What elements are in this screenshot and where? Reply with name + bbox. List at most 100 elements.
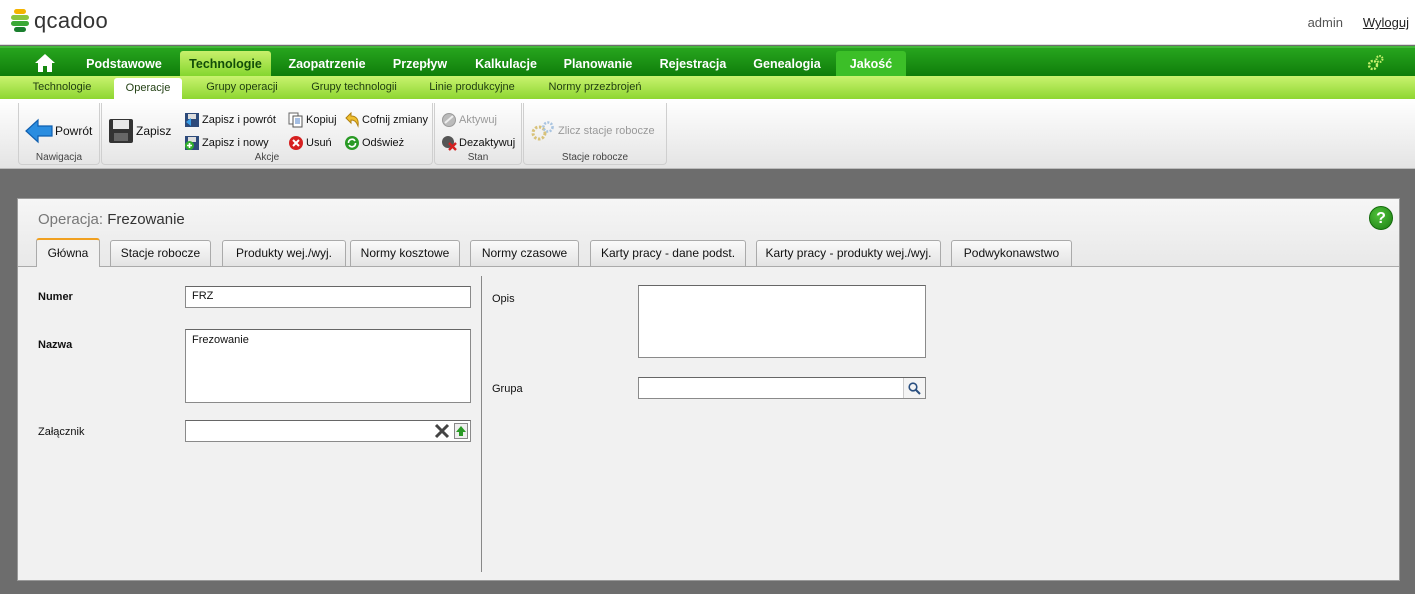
close-icon — [434, 423, 450, 439]
delete-button[interactable]: Usuń — [288, 135, 332, 151]
opis-label: Opis — [492, 293, 515, 305]
zalacznik-field[interactable] — [185, 420, 471, 442]
zalacznik-label: Załącznik — [38, 426, 85, 438]
tab-stacje-robocze[interactable]: Stacje robocze — [110, 240, 211, 266]
tab-normy-kosztowe[interactable]: Normy kosztowe — [350, 240, 460, 266]
sub-navigation: Technologie Operacje Grupy operacji Grup… — [0, 76, 1415, 99]
tab-karty-pracy-produkty[interactable]: Karty pracy - produkty wej./wyj. — [756, 240, 941, 266]
form-panel: Operacja: Frezowanie ? Główna Stacje rob… — [17, 198, 1400, 581]
activate-label: Aktywuj — [459, 114, 497, 126]
subnav-grupy-operacji[interactable]: Grupy operacji — [196, 76, 288, 99]
search-icon — [908, 381, 921, 395]
refresh-label: Odśwież — [362, 137, 405, 149]
arrow-left-icon — [25, 118, 53, 144]
tab-podwykonawstwo[interactable]: Podwykonawstwo — [951, 240, 1072, 266]
save-new-icon — [185, 136, 199, 150]
opis-field[interactable] — [638, 285, 926, 358]
home-button[interactable] — [28, 50, 62, 76]
nav-podstawowe[interactable]: Podstawowe — [76, 51, 172, 78]
deactivate-button[interactable]: Dezaktywuj — [441, 135, 515, 151]
numer-field[interactable]: FRZ — [185, 286, 471, 308]
refresh-icon — [345, 136, 359, 150]
delete-icon — [289, 136, 303, 150]
ribbon-group-nawigacja: Powrót Nawigacja — [18, 103, 100, 165]
settings-button[interactable] — [1367, 54, 1385, 75]
floppy-disk-icon — [109, 119, 133, 143]
save-and-new-button[interactable]: Zapisz i nowy — [184, 135, 269, 151]
upload-attachment-button[interactable] — [454, 423, 468, 442]
subnav-normy-przezbrojen[interactable]: Normy przezbrojeń — [538, 76, 652, 99]
nav-genealogia[interactable]: Genealogia — [746, 51, 828, 78]
nav-przeplyw[interactable]: Przepływ — [384, 51, 456, 78]
undo-button[interactable]: Cofnij zmiany — [344, 112, 428, 128]
save-back-icon — [185, 113, 199, 127]
page-title: Operacja: Frezowanie — [38, 211, 185, 228]
ribbon-group-stacje: Zlicz stacje robocze Stacje robocze — [523, 103, 667, 165]
tab-underline — [18, 266, 1399, 267]
activate-icon — [442, 113, 456, 127]
gears-icon — [531, 121, 554, 141]
count-workstations-button[interactable]: Zlicz stacje robocze — [530, 120, 655, 142]
save-and-back-label: Zapisz i powrót — [202, 114, 276, 126]
save-and-back-button[interactable]: Zapisz i powrót — [184, 112, 276, 128]
undo-icon — [345, 112, 359, 128]
ribbon-group-akcje: Zapisz Zapisz i powrót Zapisz i nowy Kop… — [101, 103, 433, 165]
top-bar: qcadoo admin Wyloguj — [0, 0, 1415, 45]
deactivate-label: Dezaktywuj — [459, 137, 516, 149]
tab-glowna[interactable]: Główna — [36, 238, 100, 267]
ribbon-toolbar: Powrót Nawigacja Zapisz Zapisz i powrót … — [0, 99, 1415, 169]
group-label-akcje: Akcje — [254, 152, 280, 163]
home-icon — [35, 54, 55, 72]
app-logo[interactable]: qcadoo — [10, 8, 108, 34]
current-user: admin — [1307, 15, 1343, 30]
save-label: Zapisz — [136, 124, 172, 138]
lookup-button[interactable] — [903, 378, 925, 398]
refresh-button[interactable]: Odśwież — [344, 135, 404, 151]
title-value: Frezowanie — [107, 211, 185, 228]
logo-icon — [10, 8, 30, 34]
deactivate-icon — [442, 136, 457, 151]
column-separator — [481, 276, 482, 572]
tab-normy-czasowe[interactable]: Normy czasowe — [470, 240, 579, 266]
upload-icon — [454, 423, 468, 439]
logo-text: qcadoo — [34, 8, 108, 33]
grupa-field[interactable] — [638, 377, 926, 399]
save-button[interactable]: Zapisz — [108, 118, 171, 144]
grupa-label: Grupa — [492, 383, 523, 395]
subnav-grupy-technologii[interactable]: Grupy technologii — [302, 76, 406, 99]
subnav-linie-produkcyjne[interactable]: Linie produkcyjne — [420, 76, 524, 99]
nav-jakosc[interactable]: Jakość — [836, 51, 906, 78]
nazwa-field[interactable]: Frezowanie — [185, 329, 471, 403]
count-workstations-label: Zlicz stacje robocze — [558, 125, 655, 137]
group-label-stan: Stan — [467, 152, 489, 163]
nav-kalkulacje[interactable]: Kalkulacje — [466, 51, 546, 78]
nav-zaopatrzenie[interactable]: Zaopatrzenie — [280, 51, 374, 78]
back-label: Powrót — [55, 124, 93, 138]
subnav-technologie[interactable]: Technologie — [22, 76, 102, 99]
delete-label: Usuń — [306, 137, 332, 149]
undo-label: Cofnij zmiany — [362, 114, 429, 126]
help-button[interactable]: ? — [1369, 206, 1393, 230]
tab-produkty[interactable]: Produkty wej./wyj. — [222, 240, 346, 266]
nav-rejestracja[interactable]: Rejestracja — [650, 51, 736, 78]
tab-karty-pracy-dane[interactable]: Karty pracy - dane podst. — [590, 240, 746, 266]
subnav-operacje[interactable]: Operacje — [114, 78, 182, 99]
logout-link[interactable]: Wyloguj — [1363, 15, 1409, 30]
nav-planowanie[interactable]: Planowanie — [556, 51, 640, 78]
back-button[interactable]: Powrót — [25, 118, 92, 144]
activate-button[interactable]: Aktywuj — [441, 112, 497, 128]
numer-label: Numer — [38, 291, 73, 303]
copy-icon — [288, 112, 303, 128]
ribbon-group-stan: Aktywuj Dezaktywuj Stan — [434, 103, 522, 165]
group-label-nawigacja: Nawigacja — [35, 152, 83, 163]
group-label-stacje: Stacje robocze — [561, 152, 629, 163]
gears-icon — [1367, 55, 1384, 71]
save-and-new-label: Zapisz i nowy — [202, 137, 269, 149]
main-navigation: Podstawowe Technologie Zaopatrzenie Prze… — [0, 46, 1415, 78]
clear-attachment-button[interactable] — [434, 423, 450, 442]
title-prefix: Operacja: — [38, 211, 104, 228]
copy-label: Kopiuj — [306, 114, 337, 126]
nazwa-label: Nazwa — [38, 339, 73, 351]
nav-technologie[interactable]: Technologie — [180, 51, 271, 78]
copy-button[interactable]: Kopiuj — [288, 112, 337, 128]
